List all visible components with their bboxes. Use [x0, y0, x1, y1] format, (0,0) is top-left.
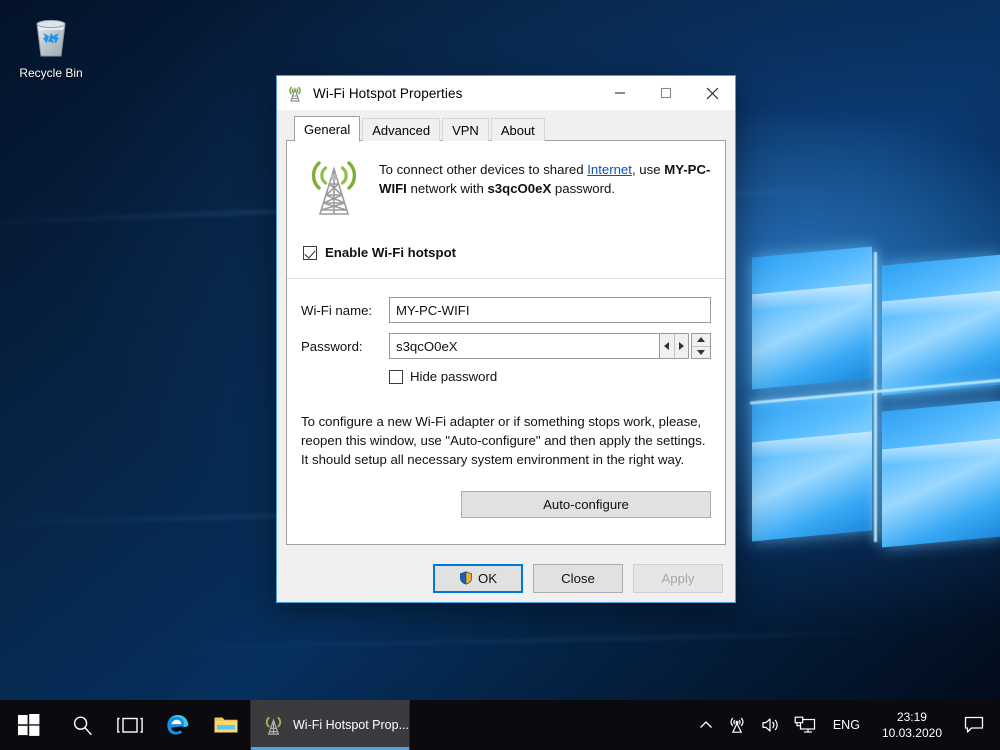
- spinner-right-button[interactable]: [674, 334, 688, 358]
- taskbar-spacer: [410, 700, 692, 750]
- clock[interactable]: 23:19 10.03.2020: [870, 700, 954, 750]
- wifi-name-row: Wi-Fi name: MY-PC-WIFI: [301, 297, 711, 323]
- speaker-icon[interactable]: [754, 700, 787, 750]
- wifi-name-label: Wi-Fi name:: [301, 303, 389, 318]
- window-body: General Advanced VPN About: [277, 110, 735, 554]
- configuration-note: To configure a new Wi-Fi adapter or if s…: [301, 412, 711, 469]
- wifi-hotspot-properties-window[interactable]: Wi-Fi Hotspot Properties General Advance…: [276, 75, 736, 603]
- window-title: Wi-Fi Hotspot Properties: [313, 86, 462, 101]
- hide-password-checkbox-row[interactable]: Hide password: [389, 369, 711, 384]
- dialog-footer: OK Close Apply: [277, 554, 735, 602]
- taskbar[interactable]: Wi-Fi Hotspot Prop...: [0, 700, 1000, 750]
- hotspot-form: Wi-Fi name: MY-PC-WIFI Password: s3qcO0e…: [301, 297, 711, 384]
- chevron-up-icon[interactable]: [692, 700, 720, 750]
- tab-advanced[interactable]: Advanced: [362, 118, 440, 141]
- tabstrip[interactable]: General Advanced VPN About: [286, 115, 726, 141]
- vertical-spinner[interactable]: [691, 333, 711, 359]
- search-icon[interactable]: [58, 700, 106, 750]
- auto-configure-row: Auto-configure: [301, 491, 711, 518]
- task-view-icon[interactable]: [106, 700, 154, 750]
- password-row: Password: s3qcO0eX: [301, 333, 711, 359]
- wifi-name-input[interactable]: MY-PC-WIFI: [389, 297, 711, 323]
- password-input-group: s3qcO0eX: [389, 333, 711, 359]
- taskbar-item-label: Wi-Fi Hotspot Prop...: [293, 718, 409, 732]
- intro-text: To connect other devices to shared Inter…: [379, 155, 711, 198]
- ok-button-label: OK: [478, 571, 497, 586]
- spinner-down-button[interactable]: [692, 346, 710, 359]
- tab-about[interactable]: About: [491, 118, 545, 141]
- ok-button[interactable]: OK: [433, 564, 523, 593]
- enable-hotspot-checkbox-row[interactable]: Enable Wi-Fi hotspot: [303, 245, 711, 260]
- notification-icon[interactable]: [954, 700, 996, 750]
- minimize-icon[interactable]: [597, 76, 643, 110]
- enable-hotspot-label: Enable Wi-Fi hotspot: [325, 245, 456, 260]
- enable-hotspot-checkbox[interactable]: [303, 246, 317, 260]
- system-tray[interactable]: ENG 23:19 10.03.2020: [692, 700, 1000, 750]
- tab-panel-general: To connect other devices to shared Inter…: [286, 140, 726, 545]
- edge-browser-icon[interactable]: [154, 700, 202, 750]
- intro-section: To connect other devices to shared Inter…: [301, 155, 711, 217]
- desktop-icon-recycle-bin[interactable]: Recycle Bin: [10, 12, 92, 80]
- password-input[interactable]: s3qcO0eX: [389, 333, 659, 359]
- file-explorer-icon[interactable]: [202, 700, 250, 750]
- horizontal-spinner[interactable]: [659, 333, 689, 359]
- windows-start-icon[interactable]: [0, 700, 58, 750]
- windows-hero-logo: [742, 248, 1000, 578]
- wallpaper-streak: [120, 632, 880, 650]
- password-label: Password:: [301, 339, 389, 354]
- intro-suffix: password.: [551, 181, 615, 196]
- auto-configure-button[interactable]: Auto-configure: [461, 491, 711, 518]
- maximize-icon[interactable]: [643, 76, 689, 110]
- clock-date: 10.03.2020: [882, 725, 942, 741]
- intro-middle: , use: [632, 162, 664, 177]
- tab-general[interactable]: General: [294, 116, 360, 142]
- apply-button[interactable]: Apply: [633, 564, 723, 593]
- close-icon[interactable]: [689, 76, 735, 110]
- language-indicator[interactable]: ENG: [823, 718, 870, 732]
- recycle-bin-icon: [28, 12, 74, 60]
- clock-time: 23:19: [882, 709, 942, 725]
- desktop-icon-label: Recycle Bin: [19, 66, 82, 80]
- tab-vpn[interactable]: VPN: [442, 118, 489, 141]
- section-divider: [287, 278, 725, 279]
- taskbar-item-wifi-hotspot[interactable]: Wi-Fi Hotspot Prop...: [250, 700, 410, 750]
- network-monitor-icon[interactable]: [787, 700, 823, 750]
- uac-shield-icon: [459, 571, 473, 585]
- spinner-up-button[interactable]: [692, 334, 710, 346]
- intro-prefix: To connect other devices to shared: [379, 162, 587, 177]
- wifi-tower-icon: [303, 155, 365, 217]
- close-button[interactable]: Close: [533, 564, 623, 593]
- hotspot-icon[interactable]: [720, 700, 754, 750]
- hide-password-label: Hide password: [410, 369, 497, 384]
- intro-middle2: network with: [407, 181, 488, 196]
- wifi-tower-icon: [286, 84, 304, 102]
- hide-password-checkbox[interactable]: [389, 370, 403, 384]
- wifi-tower-icon: [263, 714, 284, 736]
- window-titlebar[interactable]: Wi-Fi Hotspot Properties: [277, 76, 735, 110]
- intro-password: s3qcO0eX: [487, 181, 551, 196]
- spinner-left-button[interactable]: [660, 334, 674, 358]
- internet-link[interactable]: Internet: [587, 162, 632, 177]
